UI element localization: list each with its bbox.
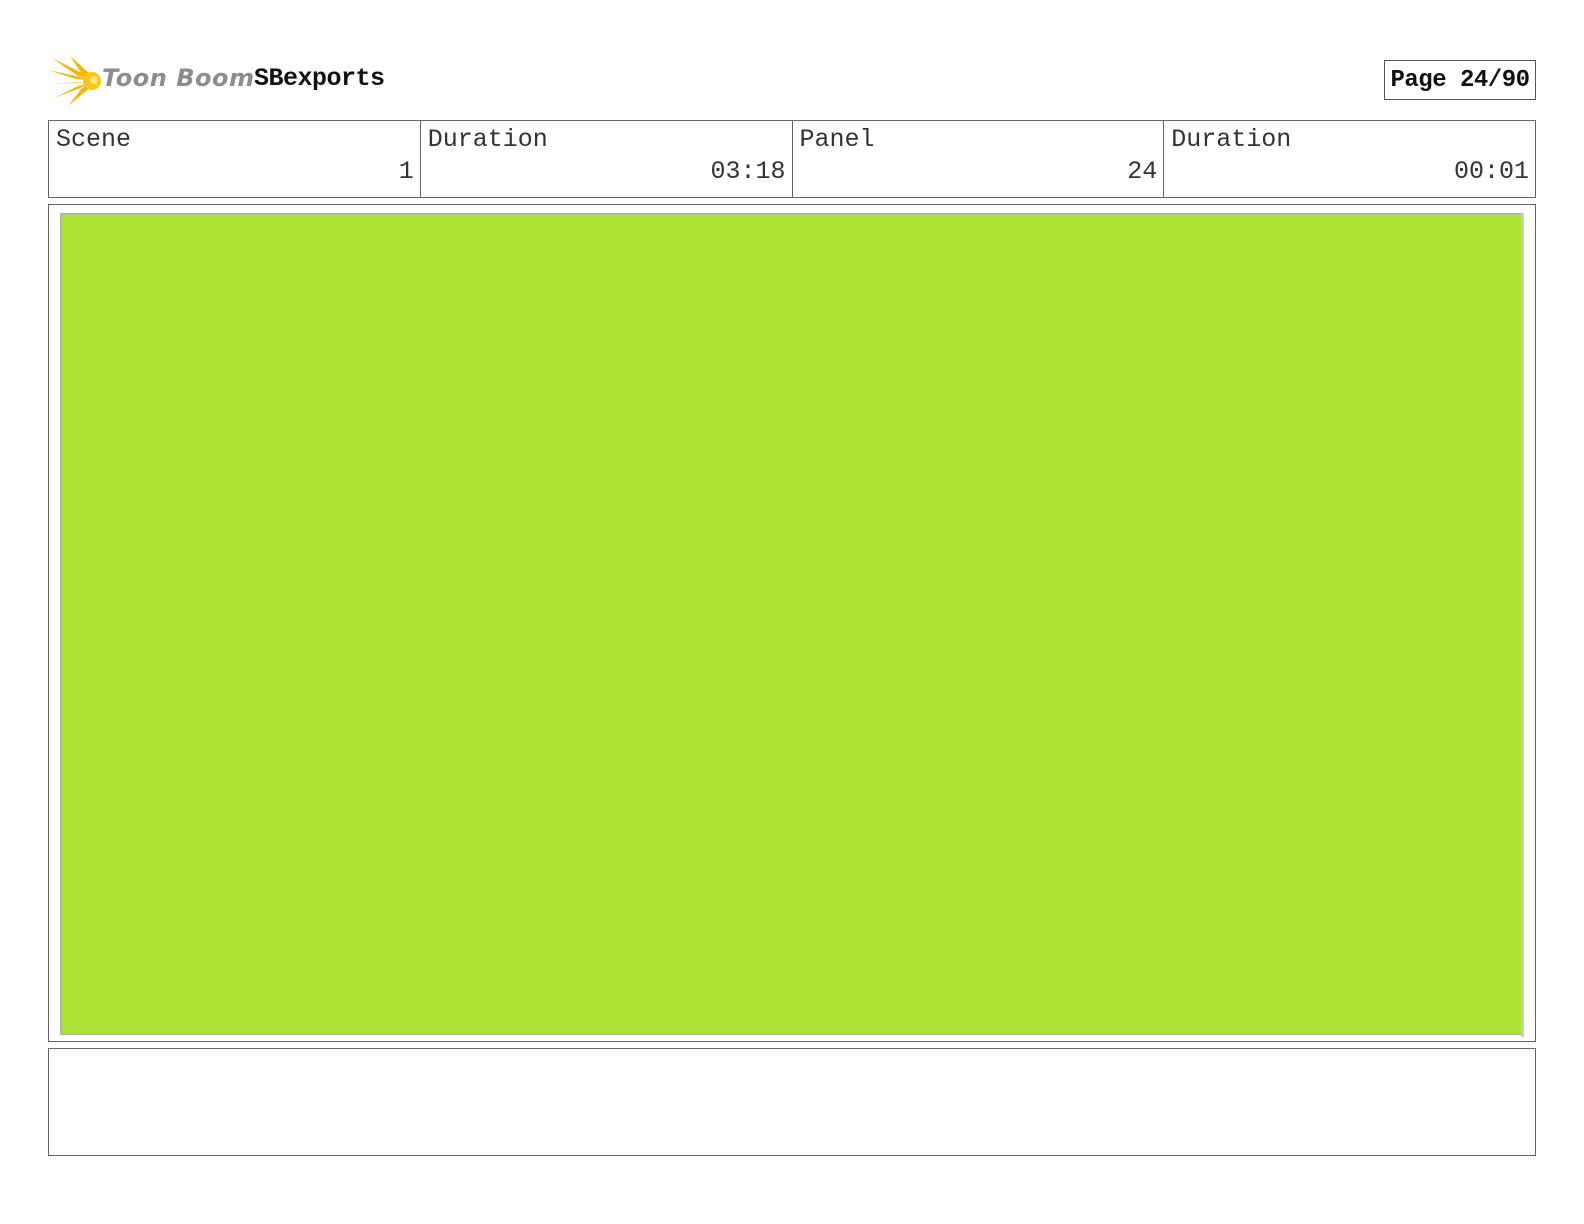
scene-info-table: Scene 1 Duration 03:18 Panel 24 Duration… xyxy=(48,120,1536,198)
panel-label: Panel xyxy=(799,125,875,154)
panel-duration-value: 00:01 xyxy=(1453,157,1529,186)
panel-duration-cell: Duration 00:01 xyxy=(1164,121,1535,197)
panel-value: 24 xyxy=(1127,157,1158,186)
notes-box xyxy=(48,1048,1536,1156)
panel-frame xyxy=(48,204,1536,1042)
scene-value: 1 xyxy=(398,157,414,186)
project-title: SBexports xyxy=(254,64,385,93)
starburst-logo-icon xyxy=(48,56,101,106)
scene-duration-cell: Duration 03:18 xyxy=(421,121,793,197)
panel-cell: Panel 24 xyxy=(793,121,1165,197)
logo-text: Toon Boom xyxy=(102,64,255,92)
toon-boom-logo: Toon Boom xyxy=(48,52,254,108)
panel-edge xyxy=(1521,213,1524,1037)
page-header: Toon Boom SBexports Page 24/90 xyxy=(48,52,1536,108)
panel-image xyxy=(60,213,1524,1037)
scene-cell: Scene 1 xyxy=(49,121,421,197)
panel-duration-label: Duration xyxy=(1171,125,1292,154)
scene-label: Scene xyxy=(56,125,132,154)
scene-duration-value: 03:18 xyxy=(710,157,786,186)
scene-duration-label: Duration xyxy=(427,125,548,154)
page-indicator: Page 24/90 xyxy=(1384,60,1536,100)
